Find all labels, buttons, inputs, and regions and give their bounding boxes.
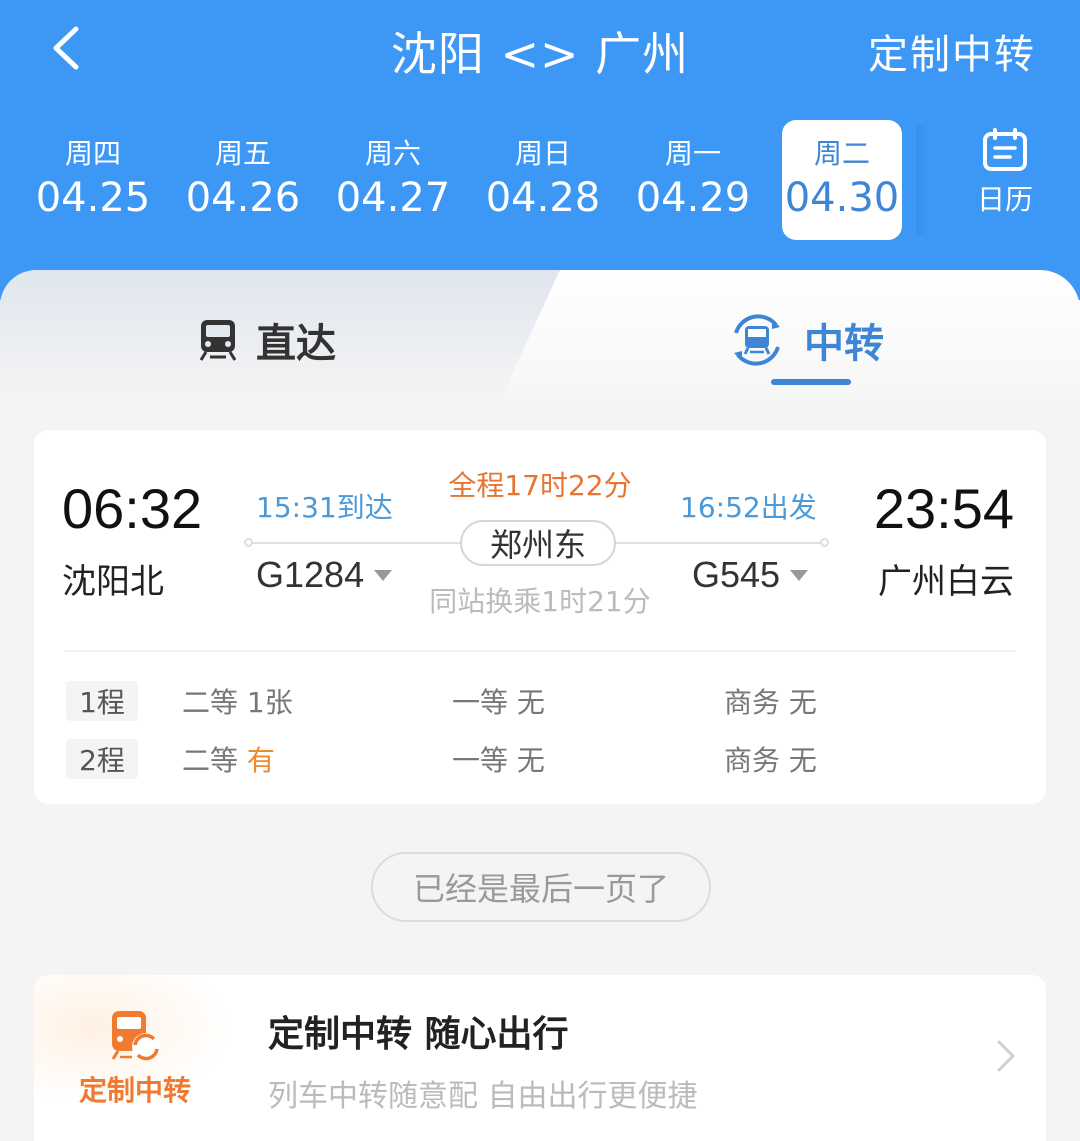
train-icon	[198, 318, 238, 362]
seat-class-value: 无	[516, 744, 545, 777]
date-item[interactable]: 周五 04.26	[168, 120, 318, 240]
header-bar: 沈阳 <> 广州 定制中转 周四 04.25 周五 04.26 周六 04.27 周日…	[0, 0, 1080, 300]
seat-row: 2程 二等 有 一等 无 商务 无	[66, 738, 1026, 780]
leg2-departure-time: 16:52出发	[680, 491, 817, 524]
date-item[interactable]: 周四 04.25	[18, 120, 168, 240]
route-line-leg2	[614, 542, 826, 544]
seat-class: 二等 有	[182, 739, 275, 779]
date-label: 04.28	[485, 175, 601, 221]
train-transfer-icon	[728, 311, 786, 369]
seat-class-name: 商务	[724, 686, 781, 719]
date-item[interactable]: 周日 04.28	[468, 120, 618, 240]
chevron-right-icon[interactable]	[996, 1039, 1016, 1077]
weekday-label: 周五	[214, 137, 271, 170]
active-tab-indicator	[771, 379, 851, 385]
tab-direct-label: 直达	[256, 321, 336, 367]
seat-class-value: 1张	[246, 686, 293, 719]
date-item[interactable]: 周一 04.29	[618, 120, 768, 240]
date-item[interactable]: 周六 04.27	[318, 120, 468, 240]
leg-tag: 2程	[66, 739, 138, 779]
seat-class: 一等 无	[452, 739, 545, 779]
transfer-result-card[interactable]: 06:32 沈阳北 15:31到达 全程17时22分 16:52出发 23:54…	[34, 430, 1046, 804]
custom-transfer-promo[interactable]: 定制中转 定制中转 随心出行 列车中转随意配 自由出行更便捷	[34, 975, 1046, 1141]
tab-direct[interactable]: 直达	[198, 310, 336, 370]
date-label: 04.26	[185, 175, 301, 221]
date-label: 04.30	[784, 175, 900, 221]
promo-badge: 定制中转	[78, 1074, 191, 1107]
leg-tag: 1程	[66, 681, 138, 721]
seat-class-value: 无	[788, 744, 817, 777]
date-label: 04.27	[335, 175, 451, 221]
seat-class-value: 无	[788, 686, 817, 719]
promo-subtitle: 列车中转随意配 自由出行更便捷	[268, 1079, 698, 1114]
seat-class-name: 商务	[724, 744, 781, 777]
seat-class: 二等 1张	[182, 681, 293, 721]
date-scroll-shadow	[916, 125, 926, 235]
date-item-selected[interactable]: 周二 04.30	[782, 120, 902, 240]
arrival-time: 23:54	[873, 477, 1014, 540]
transfer-station: 郑州东	[460, 520, 616, 566]
divider	[64, 650, 1016, 652]
seat-class-name: 一等	[452, 744, 509, 777]
seat-class: 一等 无	[452, 681, 545, 721]
weekday-label: 周日	[514, 137, 571, 170]
weekday-label: 周一	[664, 137, 721, 170]
seat-class-name: 一等	[452, 686, 509, 719]
seat-class-name: 二等	[182, 686, 239, 719]
tab-transfer-label: 中转	[804, 321, 884, 367]
date-label: 04.29	[635, 175, 751, 221]
calendar-label: 日历	[976, 183, 1033, 216]
caret-down-icon	[374, 569, 393, 581]
seat-class-value-available: 有	[246, 744, 275, 777]
route-start-dot	[244, 538, 253, 547]
weekday-label: 周六	[364, 137, 421, 170]
seat-row: 1程 二等 1张 一等 无 商务 无	[66, 680, 1026, 722]
weekday-label: 周二	[813, 137, 870, 170]
route-line-leg1	[248, 542, 460, 544]
route-end-dot	[820, 538, 829, 547]
promo-title: 定制中转 随心出行	[268, 1014, 569, 1055]
last-page-notice: 已经是最后一页了	[371, 852, 711, 922]
seat-class-name: 二等	[182, 744, 239, 777]
seat-class: 商务 无	[724, 739, 817, 779]
date-label: 04.25	[35, 175, 151, 221]
caret-down-icon	[790, 569, 809, 581]
calendar-button[interactable]: 日历	[960, 128, 1050, 228]
date-selector: 周四 04.25 周五 04.26 周六 04.27 周日 04.28 周一 04.29 …	[18, 120, 926, 240]
tab-bar: 直达 中转	[0, 270, 1080, 400]
weekday-label: 周四	[64, 137, 121, 170]
tab-transfer[interactable]: 中转	[728, 310, 884, 370]
custom-transfer-link[interactable]: 定制中转	[868, 22, 1036, 80]
transfer-info: 同站换乘1时21分	[429, 585, 651, 618]
custom-transfer-icon	[108, 1009, 162, 1069]
seat-class: 商务 无	[724, 681, 817, 721]
seat-class-value: 无	[516, 686, 545, 719]
calendar-icon	[983, 128, 1027, 171]
